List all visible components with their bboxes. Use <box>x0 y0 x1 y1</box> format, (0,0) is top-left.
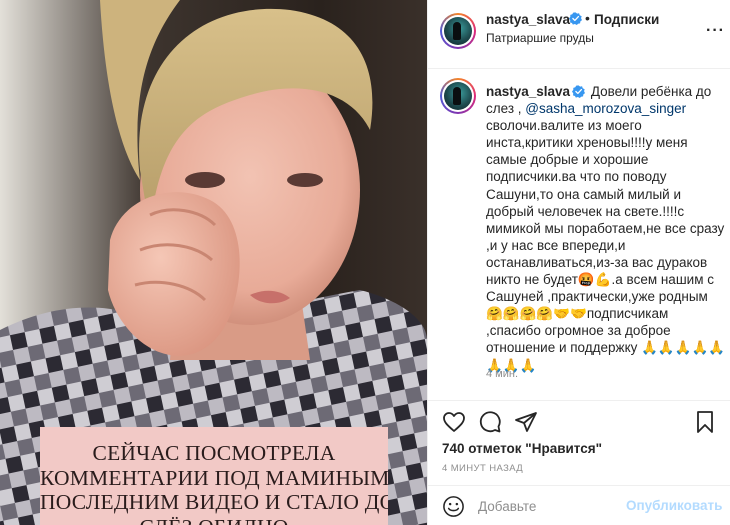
caption-time: 4 мин. <box>486 368 519 380</box>
verified-badge-icon <box>569 12 582 25</box>
verified-badge-icon <box>572 85 586 98</box>
comments-list[interactable]: nastya_slava Довели ребёнка до слез , @s… <box>428 70 730 400</box>
post-header: nastya_slava • Подписки Патриаршие пруды… <box>428 0 730 69</box>
more-horizontal-icon[interactable]: ··· <box>706 22 725 40</box>
caption-username[interactable]: nastya_slava <box>486 84 570 99</box>
overlay-line: КОММЕНТАРИИ ПОД МАМИНЫМ <box>40 465 388 490</box>
publish-button[interactable]: Опубликовать <box>626 498 722 513</box>
author-username[interactable]: nastya_slava <box>486 12 570 27</box>
video-text-overlay: СЕЙЧАС ПОСМОТРЕЛА КОММЕНТАРИИ ПОД МАМИНЫ… <box>40 427 388 525</box>
comment-input[interactable] <box>478 495 648 517</box>
post-side-panel: nastya_slava • Подписки Патриаршие пруды… <box>427 0 730 525</box>
bookmark-icon[interactable] <box>693 410 717 434</box>
likes-count[interactable]: 740 отметок "Нравится" <box>442 441 602 456</box>
author-avatar[interactable] <box>440 13 476 49</box>
separator-dot: • <box>585 10 590 26</box>
heart-icon[interactable] <box>442 410 466 434</box>
emoji-icon[interactable] <box>442 495 465 518</box>
caption-author-avatar[interactable] <box>440 78 476 114</box>
post-video[interactable]: СЕЙЧАС ПОСМОТРЕЛА КОММЕНТАРИИ ПОД МАМИНЫ… <box>0 0 427 525</box>
add-comment-bar: Опубликовать <box>428 485 730 525</box>
location-link[interactable]: Патриаршие пруды <box>486 31 594 45</box>
overlay-line: СЕЙЧАС ПОСМОТРЕЛА <box>92 441 336 465</box>
post-timestamp[interactable]: 4 МИНУТ НАЗАД <box>442 463 523 474</box>
action-bar <box>428 400 730 438</box>
overlay-line: ПОСЛЕДНИМ ВИДЕО И СТАЛО ДО <box>40 490 388 514</box>
comment-icon[interactable] <box>478 410 502 434</box>
share-icon[interactable] <box>514 410 538 434</box>
mention-link[interactable]: @sasha_morozova_singer <box>525 101 686 116</box>
overlay-line: СЛЁЗ ОБИДНО <box>40 515 388 525</box>
following-button[interactable]: Подписки <box>594 12 659 27</box>
caption-text-body: сволочи.валите из моего инста,критики хр… <box>486 118 726 373</box>
post-caption: nastya_slava Довели ребёнка до слез , @s… <box>486 83 726 374</box>
